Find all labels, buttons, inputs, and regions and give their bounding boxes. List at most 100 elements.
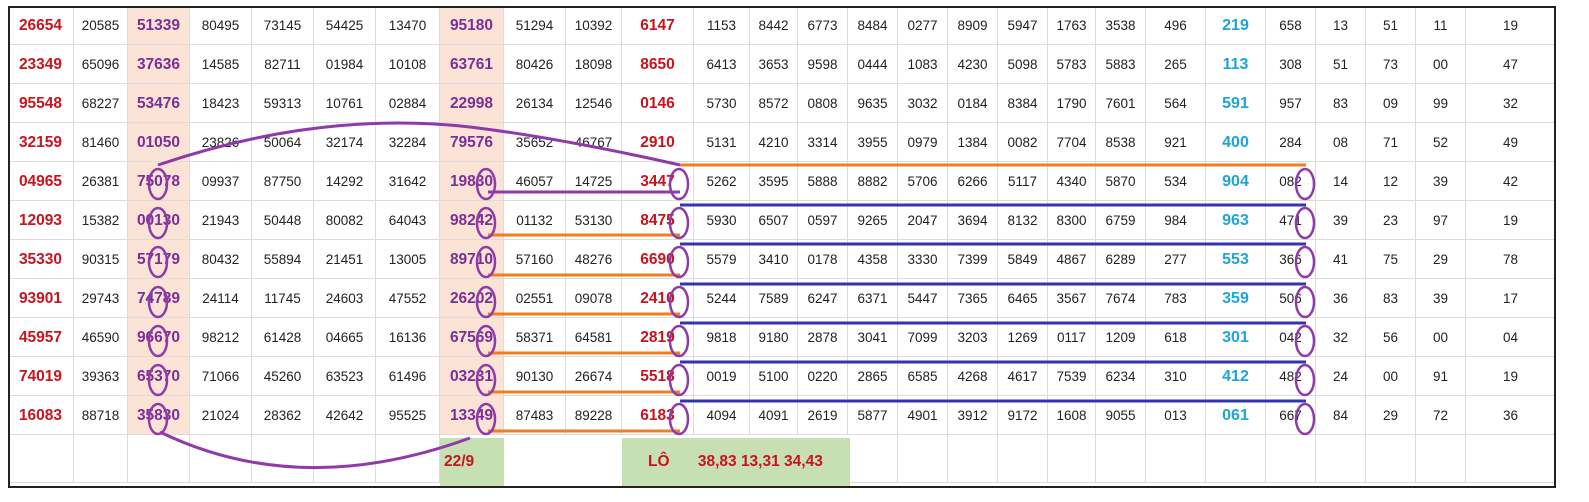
table-cell: 61428: [252, 318, 314, 357]
table-cell: 2865: [848, 357, 898, 396]
empty-cell: [376, 435, 440, 483]
table-cell: 10108: [376, 45, 440, 84]
table-cell: 6413: [694, 45, 750, 84]
table-cell: 5131: [694, 123, 750, 162]
table-cell: 51294: [504, 6, 566, 45]
table-cell: 09937: [190, 162, 252, 201]
table-cell: 8538: [1096, 123, 1146, 162]
table-cell: 56: [1366, 318, 1416, 357]
table-cell: 73145: [252, 6, 314, 45]
table-cell: 3567: [1048, 279, 1096, 318]
table-cell: 0444: [848, 45, 898, 84]
table-cell: 4340: [1048, 162, 1096, 201]
table-cell: 12546: [566, 84, 622, 123]
table-cell: 81460: [74, 123, 128, 162]
table-cell: 15382: [74, 201, 128, 240]
table-cell: 7674: [1096, 279, 1146, 318]
table-cell: 13005: [376, 240, 440, 279]
table-cell: 9265: [848, 201, 898, 240]
table-cell: 6773: [798, 6, 848, 45]
table-cell: 98212: [190, 318, 252, 357]
table-cell: 13470: [376, 6, 440, 45]
table-cell: 22998: [440, 84, 504, 123]
table-cell: 39: [1416, 279, 1466, 318]
table-cell: 9635: [848, 84, 898, 123]
table-cell: 35330: [8, 240, 74, 279]
table-cell: 957: [1266, 84, 1316, 123]
table-cell: 8909: [948, 6, 998, 45]
table-cell: 39: [1316, 201, 1366, 240]
empty-cell: [1316, 435, 1366, 483]
table-cell: 2910: [622, 123, 694, 162]
empty-cell: [1206, 435, 1266, 483]
table-cell: 4091: [750, 396, 798, 435]
table-cell: 75078: [128, 162, 190, 201]
empty-cell: [8, 435, 74, 483]
table-cell: 21024: [190, 396, 252, 435]
table-cell: 89228: [566, 396, 622, 435]
table-cell: 284: [1266, 123, 1316, 162]
table-cell: 0184: [948, 84, 998, 123]
table-cell: 80426: [504, 45, 566, 84]
table-cell: 83: [1366, 279, 1416, 318]
table-cell: 9172: [998, 396, 1048, 435]
table-cell: 21451: [314, 240, 376, 279]
table-cell: 91: [1416, 357, 1466, 396]
table-cell: 4210: [750, 123, 798, 162]
table-cell: 55894: [252, 240, 314, 279]
table-cell: 4901: [898, 396, 948, 435]
table-cell: 6183: [622, 396, 694, 435]
table-cell: 3041: [848, 318, 898, 357]
table-cell: 3203: [948, 318, 998, 357]
table-cell: 042: [1266, 318, 1316, 357]
table-cell: 52: [1416, 123, 1466, 162]
table-cell: 18423: [190, 84, 252, 123]
table-cell: 4617: [998, 357, 1048, 396]
empty-cell: [898, 435, 948, 483]
table-cell: 061: [1206, 396, 1266, 435]
table-cell: 42642: [314, 396, 376, 435]
table-cell: 5783: [1048, 45, 1096, 84]
table-cell: 2819: [622, 318, 694, 357]
table-cell: 2619: [798, 396, 848, 435]
empty-cell: [190, 435, 252, 483]
table-cell: 7099: [898, 318, 948, 357]
table-cell: 1763: [1048, 6, 1096, 45]
table-cell: 11745: [252, 279, 314, 318]
table-cell: 09078: [566, 279, 622, 318]
table-cell: 3538: [1096, 6, 1146, 45]
table-cell: 8442: [750, 6, 798, 45]
table-cell: 3595: [750, 162, 798, 201]
table-cell: 35652: [504, 123, 566, 162]
table-cell: 26202: [440, 279, 504, 318]
table-cell: 6147: [622, 6, 694, 45]
table-cell: 23826: [190, 123, 252, 162]
table-cell: 8475: [622, 201, 694, 240]
table-cell: 8572: [750, 84, 798, 123]
table-cell: 63761: [440, 45, 504, 84]
table-cell: 19: [1466, 6, 1556, 45]
table-cell: 6266: [948, 162, 998, 201]
table-cell: 29: [1416, 240, 1466, 279]
table-cell: 1153: [694, 6, 750, 45]
table-cell: 96670: [128, 318, 190, 357]
table-cell: 3314: [798, 123, 848, 162]
table-cell: 83: [1316, 84, 1366, 123]
table-cell: 921: [1146, 123, 1206, 162]
table-cell: 26654: [8, 6, 74, 45]
empty-cell: [1416, 435, 1466, 483]
table-cell: 68227: [74, 84, 128, 123]
table-cell: 8484: [848, 6, 898, 45]
table-cell: 1209: [1096, 318, 1146, 357]
table-cell: 1384: [948, 123, 998, 162]
table-cell: 64581: [566, 318, 622, 357]
table-cell: 19830: [440, 162, 504, 201]
table-cell: 35830: [128, 396, 190, 435]
table-cell: 51339: [128, 6, 190, 45]
table-cell: 496: [1146, 6, 1206, 45]
table-cell: 984: [1146, 201, 1206, 240]
table-cell: 5100: [750, 357, 798, 396]
table-cell: 51: [1366, 6, 1416, 45]
table-cell: 71066: [190, 357, 252, 396]
date-label: 22/9: [444, 453, 475, 470]
